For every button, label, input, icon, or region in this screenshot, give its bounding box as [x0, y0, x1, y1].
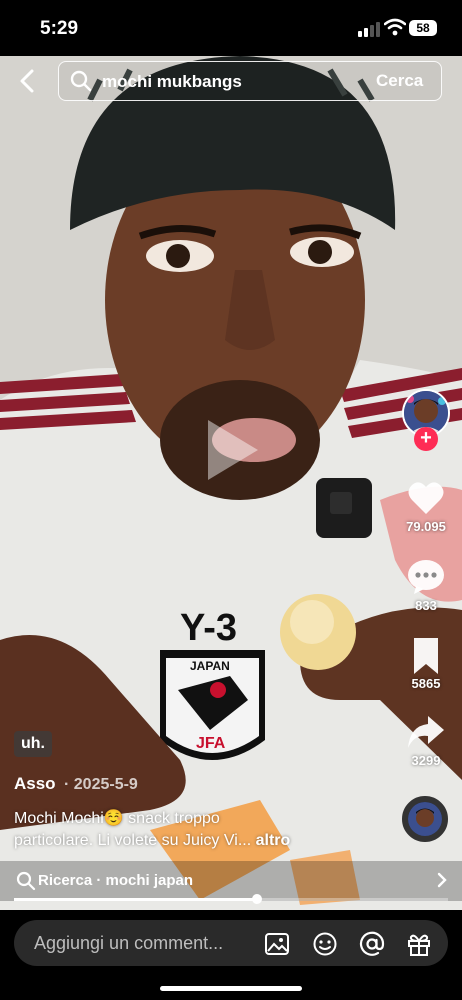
- back-arrow-icon[interactable]: [14, 66, 42, 96]
- svg-text:JAPAN: JAPAN: [190, 659, 230, 673]
- description-line-2-text: particolare. Li volete su Juicy Vi...: [14, 832, 252, 849]
- search-submit-button[interactable]: Cerca: [376, 71, 423, 91]
- share-arrow-icon[interactable]: [406, 712, 446, 752]
- music-disc-cover-icon: [408, 802, 442, 836]
- shares-count: 3299: [411, 753, 441, 768]
- wifi-icon: [384, 18, 406, 36]
- likes-count: 79.095: [406, 519, 446, 534]
- like-heart-icon[interactable]: [406, 478, 446, 518]
- chevron-right-icon[interactable]: [434, 870, 450, 890]
- search-input[interactable]: mochi mukbangs: [102, 72, 242, 92]
- battery-icon: 58: [409, 20, 437, 36]
- cellular-signal-icon: [358, 22, 380, 37]
- svg-text:JFA: JFA: [196, 735, 226, 752]
- description-line-1: Mochi Mochi☺️ snack troppo: [14, 810, 220, 827]
- video-description[interactable]: Mochi Mochi☺️ snack troppo particolare. …: [14, 808, 374, 852]
- image-icon[interactable]: [264, 931, 290, 957]
- search-icon: [70, 70, 92, 92]
- comment-bubble-icon[interactable]: [406, 556, 446, 596]
- video-text-badge: uh.: [14, 731, 52, 757]
- post-date: · 2025-5-9: [64, 776, 138, 793]
- mention-icon[interactable]: [359, 931, 385, 957]
- bookmark-icon[interactable]: [406, 636, 446, 676]
- progress-fill: [14, 898, 258, 901]
- more-link[interactable]: altro: [256, 832, 291, 849]
- progress-handle[interactable]: [252, 894, 263, 904]
- svg-text:Y-3: Y-3: [180, 607, 237, 649]
- comment-placeholder[interactable]: Aggiungi un comment...: [34, 933, 223, 954]
- music-disc[interactable]: [402, 796, 448, 842]
- comments-count: 833: [415, 598, 437, 613]
- saves-count: 5865: [411, 676, 441, 691]
- related-search-icon: [16, 871, 36, 891]
- follow-plus-button[interactable]: +: [414, 427, 438, 451]
- author-name[interactable]: Asso: [14, 774, 56, 794]
- gift-icon[interactable]: [406, 931, 432, 957]
- emoji-icon[interactable]: [312, 931, 338, 957]
- home-indicator: [160, 986, 302, 991]
- description-line-2: particolare. Li volete su Juicy Vi... al…: [14, 830, 374, 852]
- status-time: 5:29: [40, 18, 79, 39]
- related-search-text[interactable]: Ricerca · mochi japan: [38, 872, 193, 889]
